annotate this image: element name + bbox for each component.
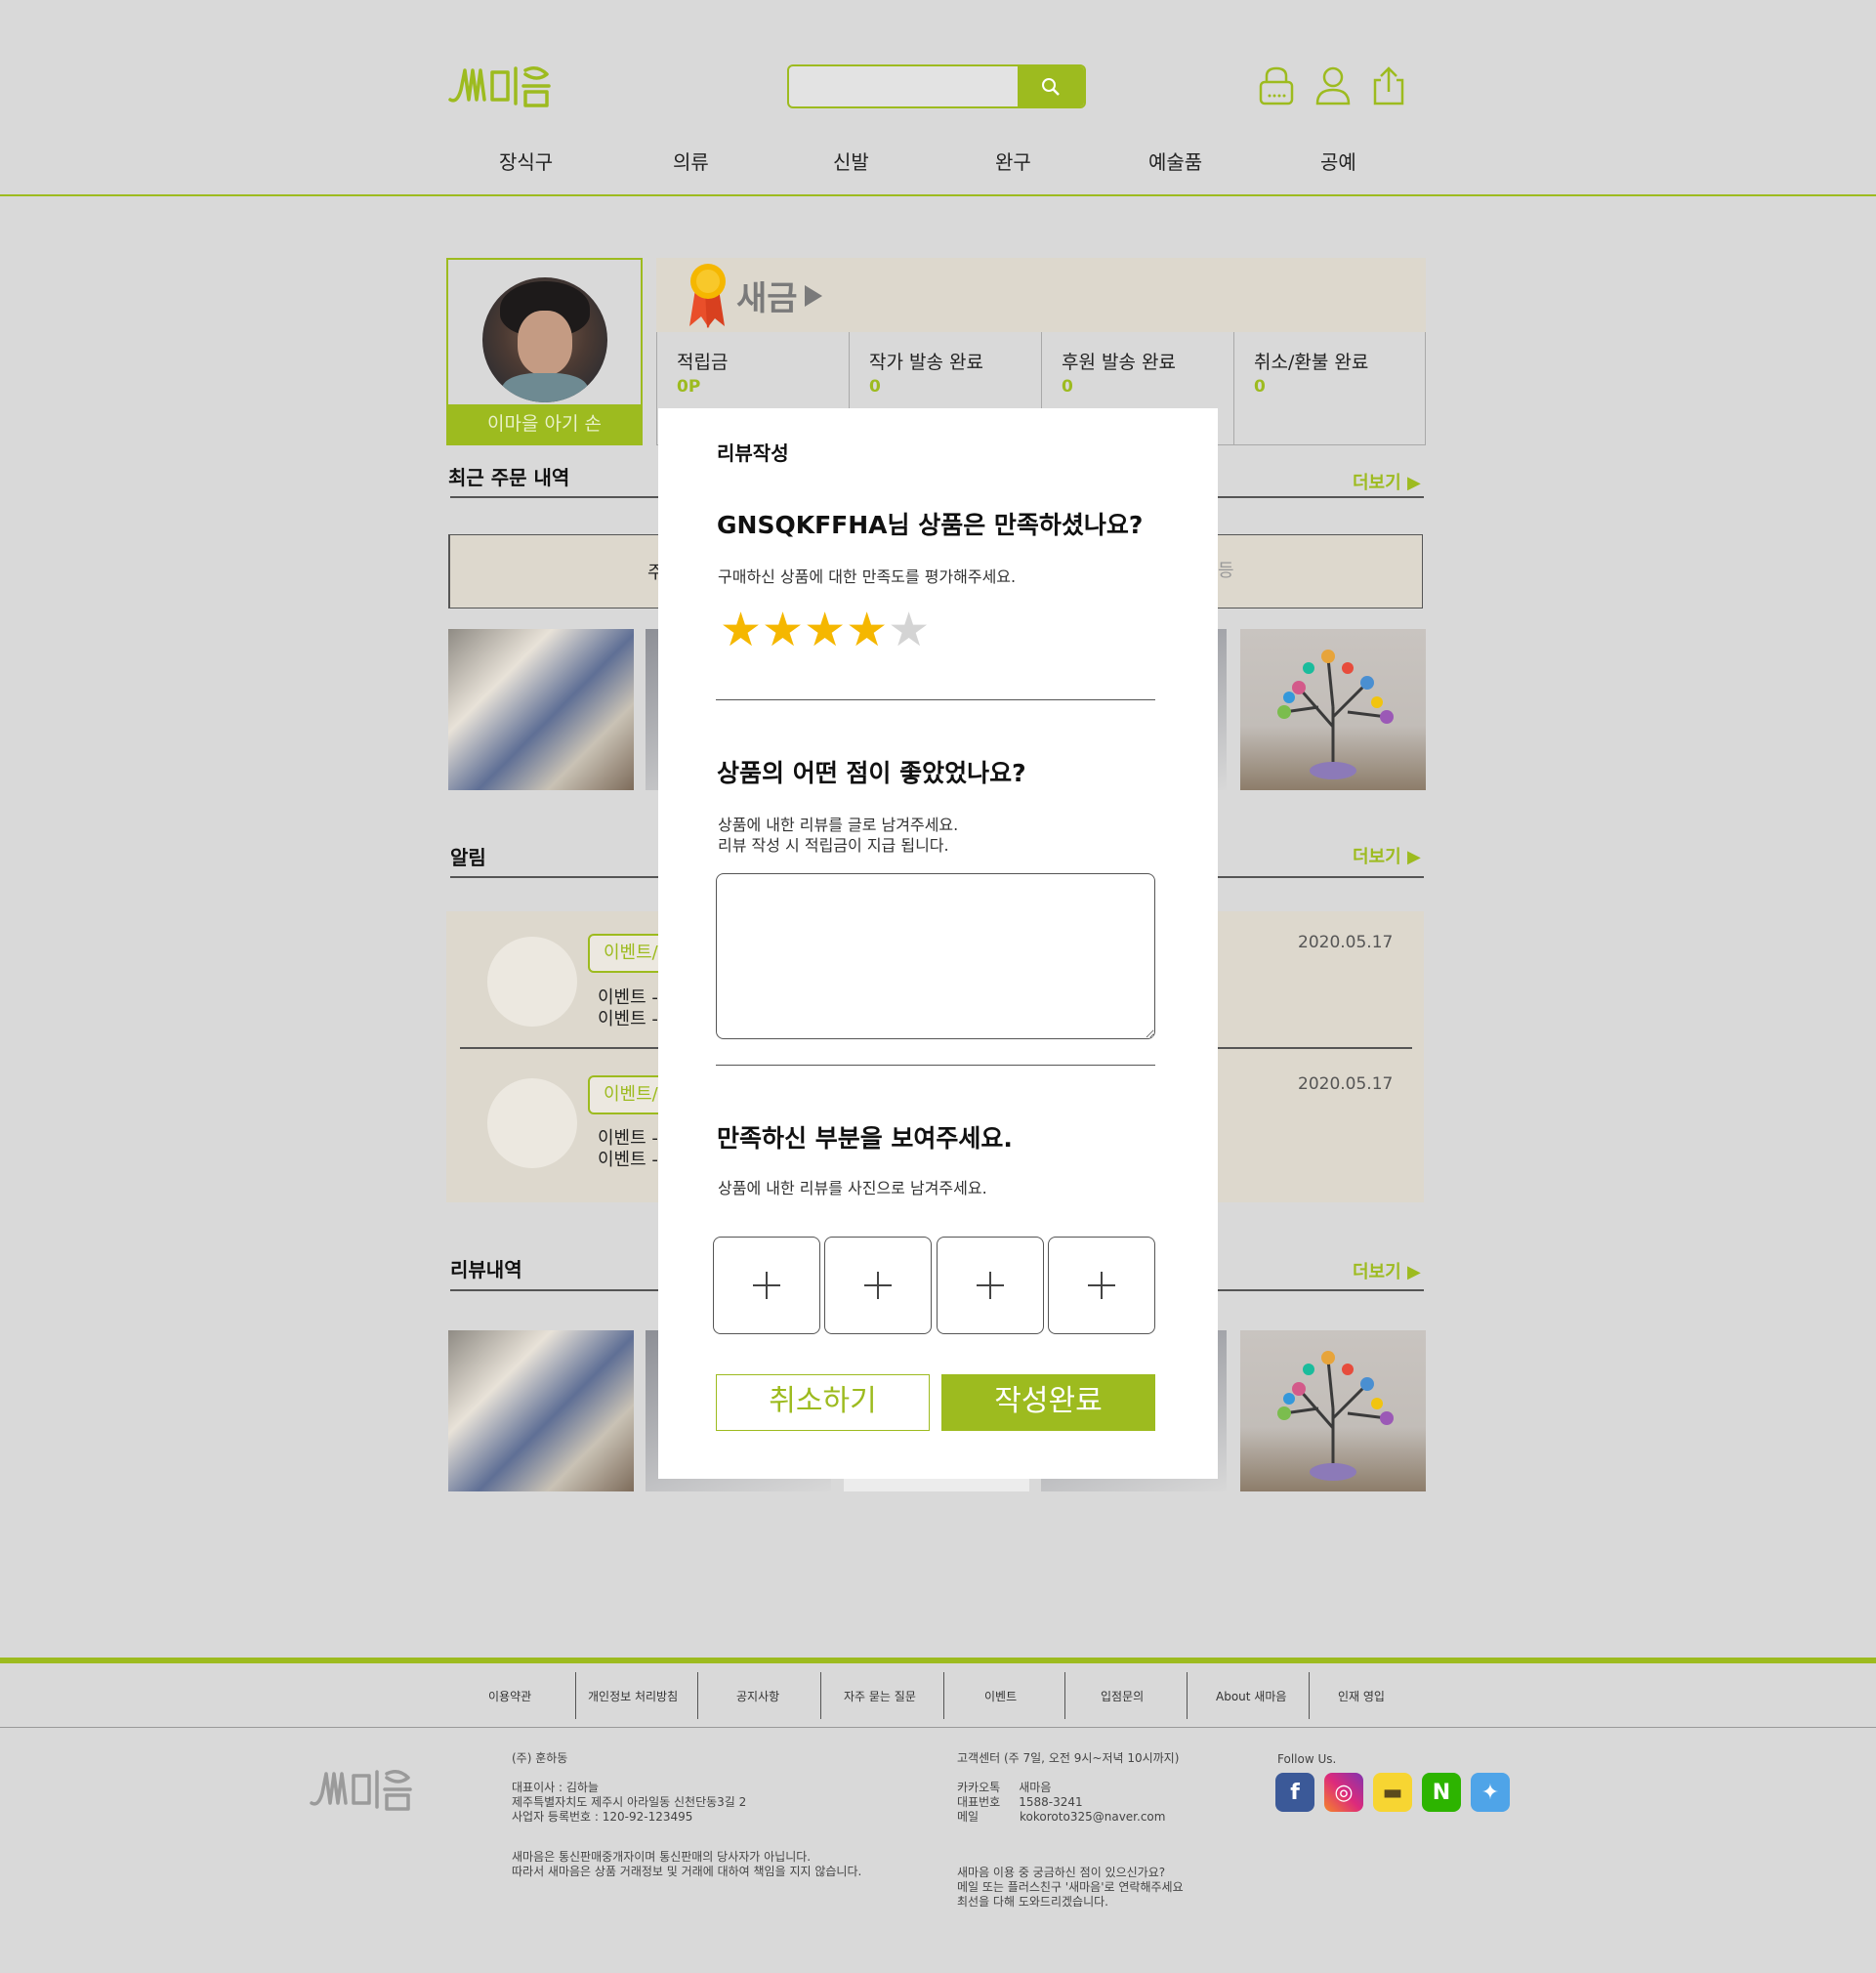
notice-date: 2020.05.17 xyxy=(1298,1074,1394,1094)
footer-links: 이용약관 개인정보 처리방침 공지사항 자주 묻는 질문 이벤트 입점문의 Ab… xyxy=(0,1672,1876,1719)
nav-item-shoes[interactable]: 신발 xyxy=(833,147,869,175)
divider xyxy=(716,699,1155,700)
user-icon[interactable] xyxy=(1313,64,1353,107)
modal-title: 리뷰작성 xyxy=(717,441,789,465)
question-satisfaction: GNSQKFFHA님 상품은 만족하셨나요? xyxy=(717,511,1144,539)
stat-refund[interactable]: 취소/환불 완료 0 xyxy=(1234,332,1427,445)
footer-divider xyxy=(0,1658,1876,1663)
footer-company-info: 대표이사 : 김하늘 제주특별자치도 제주시 아라일동 신천단동3길 2 사업자… xyxy=(512,1781,747,1824)
add-photo-button[interactable] xyxy=(937,1237,1044,1334)
footer-cs-note: 새마음 이용 중 궁금하신 점이 있으신가요? 메일 또는 플러스친구 '새마음… xyxy=(957,1866,1184,1909)
recent-orders-more-link[interactable]: 더보기 ▶ xyxy=(1353,469,1421,494)
notice-logo xyxy=(487,937,577,1027)
twitter-icon[interactable]: ✦ xyxy=(1471,1773,1510,1812)
footer-link-partner[interactable]: 입점문의 xyxy=(1101,1688,1144,1704)
naver-icon[interactable]: N xyxy=(1422,1773,1461,1812)
footer-cs-info: 카카오톡 새마음 대표번호 1588-3241 메일 kokoroto325@n… xyxy=(957,1781,1166,1824)
medal-icon xyxy=(689,264,726,328)
reviews-more-link[interactable]: 더보기 ▶ xyxy=(1353,1258,1421,1283)
footer-disclaimer: 새마음은 통신판매중개자이며 통신판매의 당사자가 아닙니다. 따라서 새마음은… xyxy=(512,1850,862,1878)
nav-item-clothing[interactable]: 의류 xyxy=(673,147,709,175)
profile-name: 이마을 아기 손 xyxy=(448,404,641,443)
footer-link-recruit[interactable]: 인재 영입 xyxy=(1338,1688,1385,1704)
star-icon[interactable]: ★ xyxy=(804,606,846,654)
search-box[interactable] xyxy=(787,64,1086,108)
divider xyxy=(716,1065,1155,1066)
nav-item-crafts[interactable]: 공예 xyxy=(1320,147,1356,175)
avatar[interactable] xyxy=(482,277,607,402)
add-photo-button[interactable] xyxy=(824,1237,932,1334)
footer-company: (주) 훈하동 xyxy=(512,1751,568,1765)
profile-card: 이마을 아기 손 xyxy=(446,258,643,445)
instagram-icon[interactable]: ◎ xyxy=(1324,1773,1363,1812)
nav-item-accessories[interactable]: 장식구 xyxy=(499,147,553,175)
submit-button[interactable]: 작성완료 xyxy=(941,1374,1155,1431)
footer-follow-label: Follow Us. xyxy=(1277,1752,1337,1766)
notice-date: 2020.05.17 xyxy=(1298,933,1394,952)
notice-tag[interactable]: 이벤트/ xyxy=(588,934,666,973)
notices-title: 알림 xyxy=(450,846,486,869)
notices-more-link[interactable]: 더보기 ▶ xyxy=(1353,843,1421,868)
footer-cs-title: 고객센터 (주 7일, 오전 9시~저녁 10시까지) xyxy=(957,1751,1180,1765)
review-modal: 리뷰작성 GNSQKFFHA님 상품은 만족하셨나요? 구매하신 상품에 대한 … xyxy=(658,408,1218,1479)
review-image-button-tree[interactable] xyxy=(1240,1330,1426,1491)
add-photo-button[interactable] xyxy=(713,1237,820,1334)
grade-arrow-icon[interactable] xyxy=(803,283,824,309)
share-icon[interactable] xyxy=(1369,64,1408,107)
tab-partial-right[interactable]: 등 xyxy=(1218,557,1234,582)
nav-item-art[interactable]: 예술품 xyxy=(1148,147,1202,175)
header-divider xyxy=(0,194,1876,196)
search-icon xyxy=(1042,77,1060,96)
star-icon[interactable]: ★ xyxy=(720,606,762,654)
facebook-icon[interactable]: f xyxy=(1275,1773,1314,1812)
divider xyxy=(0,1727,1876,1728)
star-rating[interactable]: ★★★★★ xyxy=(720,606,930,654)
reviews-title: 리뷰내역 xyxy=(450,1258,522,1281)
add-photo-button[interactable] xyxy=(1048,1237,1155,1334)
notice-text[interactable]: 이벤트 - 이벤트 - xyxy=(598,1128,658,1171)
footer-link-event[interactable]: 이벤트 xyxy=(984,1688,1017,1704)
search-input[interactable] xyxy=(789,66,1020,106)
question-good-points: 상품의 어떤 점이 좋았었나요? xyxy=(717,759,1026,787)
question-satisfaction-desc: 구매하신 상품에 대한 만족도를 평가해주세요. xyxy=(718,567,1017,586)
question-photos-desc: 상품에 내한 리뷰를 사진으로 남겨주세요. xyxy=(718,1179,987,1197)
product-image-button-tree[interactable] xyxy=(1240,629,1426,790)
cancel-button[interactable]: 취소하기 xyxy=(716,1374,930,1431)
main-nav: 장식구 의류 신발 완구 예술품 공예 xyxy=(0,147,1876,176)
review-image-keychains[interactable] xyxy=(448,1330,634,1491)
footer-link-notice[interactable]: 공지사항 xyxy=(736,1688,779,1704)
footer-link-terms[interactable]: 이용약관 xyxy=(488,1688,531,1704)
notice-logo xyxy=(487,1078,577,1168)
star-icon[interactable]: ★ xyxy=(888,606,930,654)
lock-icon[interactable] xyxy=(1257,64,1296,107)
nav-item-toys[interactable]: 완구 xyxy=(995,147,1031,175)
footer-link-about[interactable]: About 새마음 xyxy=(1216,1688,1286,1704)
kakao-icon[interactable]: ▬ xyxy=(1373,1773,1412,1812)
question-photos: 만족하신 부분을 보여주세요. xyxy=(717,1124,1013,1153)
star-icon[interactable]: ★ xyxy=(846,606,888,654)
footer-link-faq[interactable]: 자주 묻는 질문 xyxy=(844,1688,916,1704)
footer-logo xyxy=(310,1770,412,1811)
review-textarea[interactable] xyxy=(716,873,1155,1039)
product-image-keychains[interactable] xyxy=(448,629,634,790)
notice-tag[interactable]: 이벤트/ xyxy=(588,1075,666,1114)
grade-panel: 새금 xyxy=(656,258,1426,332)
notice-text[interactable]: 이벤트 - 이벤트 - xyxy=(598,987,658,1030)
grade-name[interactable]: 새금 xyxy=(736,272,798,319)
footer-link-privacy[interactable]: 개인정보 처리방침 xyxy=(588,1688,678,1704)
search-button[interactable] xyxy=(1018,66,1084,106)
question-good-points-desc: 상품에 내한 리뷰를 글로 남겨주세요. 리뷰 작성 시 적립금이 지급 됩니다. xyxy=(718,816,959,855)
recent-orders-title: 최근 주문 내역 xyxy=(448,466,570,489)
star-icon[interactable]: ★ xyxy=(762,606,804,654)
logo[interactable] xyxy=(447,61,551,111)
